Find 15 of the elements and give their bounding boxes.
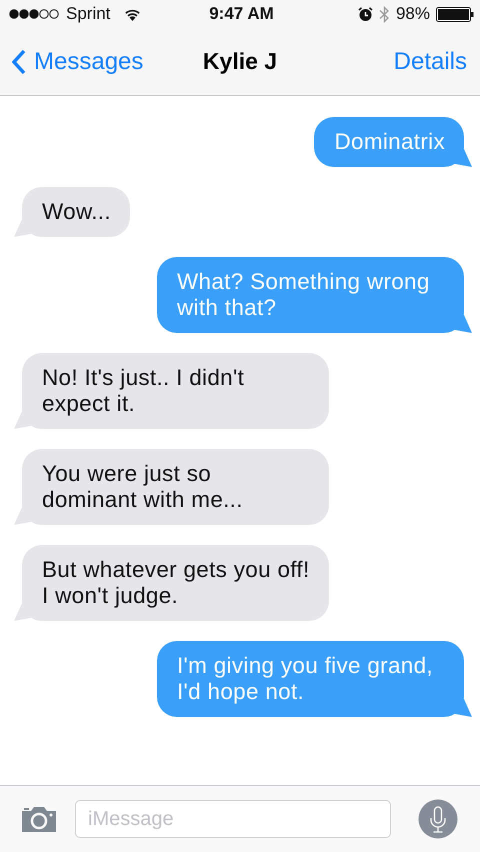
camera-icon[interactable] xyxy=(20,805,58,833)
details-button[interactable]: Details xyxy=(394,48,467,76)
message-input-field[interactable]: iMessage xyxy=(75,800,391,838)
microphone-icon[interactable] xyxy=(418,799,458,839)
chevron-left-icon xyxy=(12,48,26,74)
alarm-clock-icon xyxy=(358,6,373,22)
back-button[interactable]: Messages xyxy=(12,48,144,76)
signal-icon xyxy=(9,9,60,19)
status-time: 9:47 AM xyxy=(208,4,275,24)
contact-name: Kylie J xyxy=(202,48,278,74)
battery-icon xyxy=(436,6,474,22)
wifi-icon xyxy=(124,8,142,20)
carrier-name: Sprint xyxy=(66,4,110,24)
battery-percent: 98% xyxy=(396,4,430,24)
bluetooth-icon xyxy=(378,6,390,22)
